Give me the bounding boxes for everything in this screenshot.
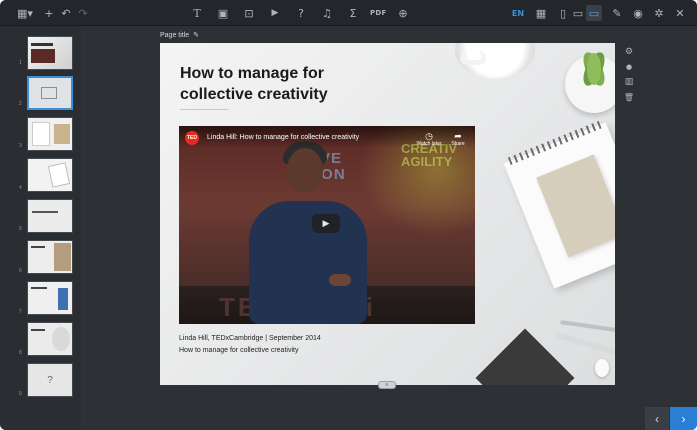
preview-eye-icon[interactable]: ◉ (631, 5, 645, 21)
slide-thumbnail-1[interactable] (27, 36, 73, 70)
formula-icon[interactable]: Σ (346, 5, 360, 21)
text-icon[interactable]: T (190, 5, 204, 21)
thumb-text-line (31, 246, 45, 248)
video-play-button[interactable]: ▶ (312, 214, 340, 233)
pdf-icon[interactable]: PDF (370, 5, 387, 21)
pencil-decoration (555, 332, 615, 360)
language-selector[interactable]: EN (511, 5, 525, 21)
redo-icon[interactable]: ↷ (76, 5, 90, 21)
next-slide-button[interactable]: › (670, 407, 697, 430)
thumb-paper (32, 122, 50, 146)
slide-thumbnail-8[interactable] (27, 322, 73, 356)
embedded-video[interactable]: ATIVE UTION CREATIV AGILITY TEDx mbri TE… (179, 126, 475, 324)
slides-menu-icon[interactable]: ▦▾ (17, 5, 33, 21)
cup-handle-decoration (460, 51, 486, 65)
slide-heading-line-2: collective creativity (180, 86, 328, 103)
slide-thumbnail-7[interactable] (27, 281, 73, 315)
pencil-icon[interactable]: ✎ (193, 32, 199, 39)
page-title[interactable]: Page title ✎ (160, 31, 199, 39)
heading-underline (180, 109, 228, 110)
slide-number: 9 (19, 391, 22, 397)
clock-icon: ◷ (425, 131, 433, 141)
slide-number: 6 (19, 268, 22, 274)
slide-canvas: How to manage for collective creativity … (160, 43, 615, 385)
slide-thumbnail-6[interactable] (27, 240, 73, 274)
speaker-figure (249, 201, 367, 324)
thumb-image-placeholder (41, 87, 57, 99)
thumb-text-line (31, 287, 47, 289)
caption-icon[interactable]: ⊡ (242, 5, 256, 21)
thumb-title-bar (31, 43, 53, 46)
image-icon[interactable]: ▣ (216, 5, 230, 21)
slide-number: 8 (19, 350, 22, 356)
page-title-text: Page title (160, 32, 190, 39)
close-icon[interactable]: ✕ (673, 5, 687, 21)
drag-handle-icon: ≡ (385, 382, 389, 388)
app-window: ▦▾ + ↶ ↷ T ▣ ⊡ ▶ ? ♫ Σ PDF ⊕ EN ▦ ▯ ▭ ▭ … (0, 0, 697, 430)
top-toolbar: ▦▾ + ↶ ↷ T ▣ ⊡ ▶ ? ♫ Σ PDF ⊕ EN ▦ ▯ ▭ ▭ … (0, 0, 697, 26)
color-drop-icon[interactable]: ● (623, 61, 635, 73)
slide-number: 5 (19, 226, 22, 232)
slide-thumbnail-9[interactable]: ? (27, 363, 73, 397)
slide-thumbnail-3[interactable] (27, 117, 73, 151)
desktop-view-icon[interactable]: ▭ (586, 5, 602, 21)
speaker-head (287, 148, 323, 192)
slide-number: 7 (19, 309, 22, 315)
video-icon[interactable]: ▶ (268, 5, 282, 21)
thumb-question-mark: ? (47, 374, 53, 386)
slide-number: 1 (19, 60, 22, 66)
theme-brush-icon[interactable]: ✎ (610, 5, 624, 21)
thumb-photo (54, 124, 70, 144)
slide-heading[interactable]: How to manage for collective creativity (180, 63, 380, 105)
question-icon[interactable]: ? (294, 5, 308, 21)
thumb-video-block (31, 49, 55, 63)
slide-number: 4 (19, 185, 22, 191)
slide-heading-line-1: How to manage for (180, 65, 325, 82)
watch-later-label: Watch later (416, 141, 442, 147)
watch-later-button[interactable]: ◷ Watch later (415, 131, 443, 147)
thumb-phone (58, 288, 68, 310)
share-label: Share (451, 141, 465, 147)
speaker-hand (329, 274, 351, 286)
chevron-right-icon: › (681, 411, 686, 426)
thumb-text-line (32, 211, 58, 213)
audio-icon[interactable]: ♫ (320, 5, 334, 21)
mobile-view-icon[interactable]: ▯ (556, 5, 570, 21)
play-icon: ▶ (322, 218, 330, 228)
agility-text-line-2: AGILITY (401, 154, 453, 169)
video-title-link[interactable]: Linda Hill: How to manage for collective… (207, 134, 359, 141)
thumb-paper (47, 162, 71, 188)
embed-icon[interactable]: ⊕ (396, 5, 410, 21)
succulent-plant-decoration (583, 52, 605, 86)
pen-decoration (560, 320, 615, 334)
slide-thumbnail-2[interactable] (27, 76, 73, 110)
video-caption-credit[interactable]: Linda Hill, TEDxCambridge | September 20… (179, 335, 321, 342)
thumb-text-line (31, 329, 45, 331)
previous-slide-button[interactable]: ‹ (645, 407, 669, 430)
trash-icon[interactable]: 🗑 (623, 91, 635, 103)
add-icon[interactable]: + (42, 5, 56, 21)
share-arrow-icon: ➦ (454, 131, 462, 141)
earbud-decoration (595, 359, 609, 377)
chevron-left-icon: ‹ (655, 411, 659, 426)
slide-number: 2 (19, 101, 22, 107)
thumb-photo (52, 327, 70, 351)
chart-icon[interactable]: ▥ (623, 76, 635, 88)
tablet-view-icon[interactable]: ▭ (571, 5, 585, 21)
thumb-photo (54, 243, 71, 271)
settings-gear-icon[interactable]: ✲ (652, 5, 666, 21)
slide-thumbnail-4[interactable] (27, 158, 73, 192)
ted-logo[interactable]: TED (185, 131, 199, 145)
slide-number: 3 (19, 143, 22, 149)
table-icon[interactable]: ▦ (534, 5, 548, 21)
slide-thumbnail-5[interactable] (27, 199, 73, 233)
slide-resize-handle[interactable]: ≡ (378, 381, 396, 389)
share-button[interactable]: ➦ Share (447, 131, 469, 147)
slide-settings-icon[interactable]: ⚙ (623, 46, 635, 58)
video-caption-title[interactable]: How to manage for collective creativity (179, 347, 298, 354)
undo-icon[interactable]: ↶ (59, 5, 73, 21)
